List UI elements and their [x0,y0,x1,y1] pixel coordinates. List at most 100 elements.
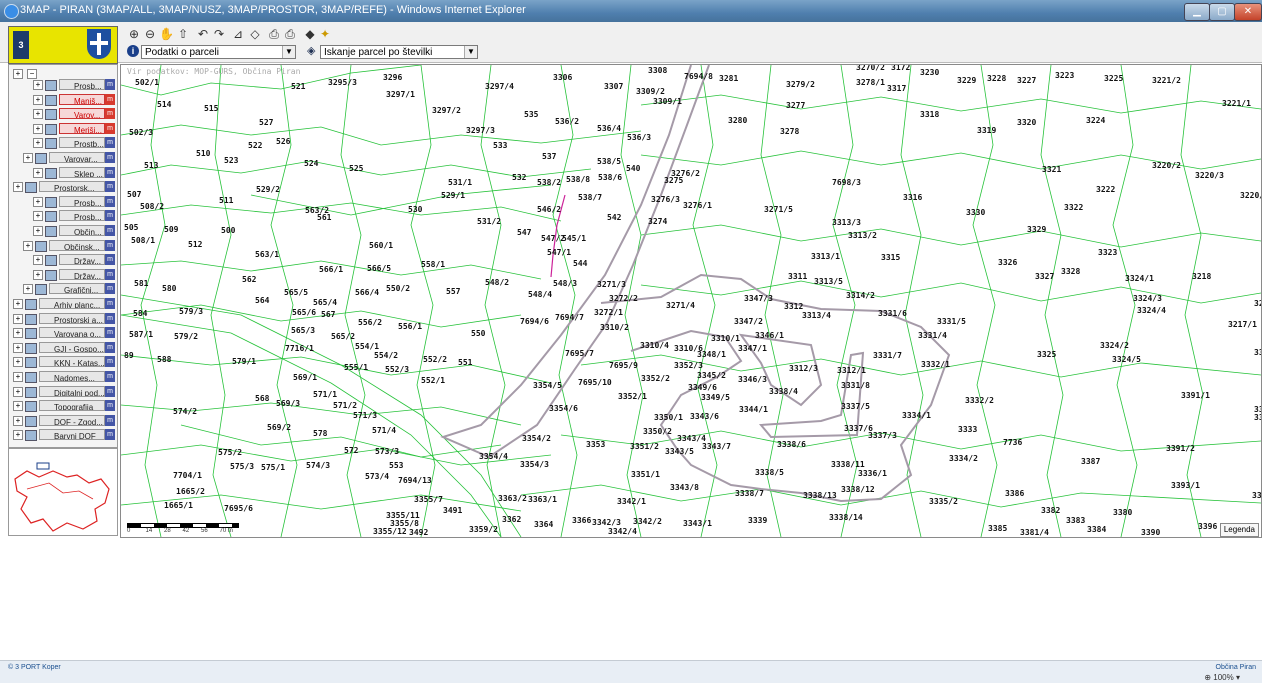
parcel-number-label[interactable]: 3319 [977,126,996,135]
parcel-number-label[interactable]: 3309/2 [636,87,665,96]
parcel-number-label[interactable]: 588 [157,355,171,364]
parcel-number-label[interactable]: 3359/2 [469,525,498,534]
layer-label[interactable]: Grafični... [49,283,105,295]
parcel-number-label[interactable]: 510 [196,149,210,158]
parcel-number-label[interactable]: 3347/2 [734,317,763,326]
layer-menu-icon[interactable]: m [105,385,115,397]
parcel-number-label[interactable]: 3315 [881,253,900,262]
parcel-number-label[interactable]: 511 [219,196,233,205]
layer-label[interactable]: Topografija [39,400,105,412]
parcel-number-label[interactable]: 515 [204,104,218,113]
parcel-number-label[interactable]: 579/1 [232,357,256,366]
layer-menu-icon[interactable]: m [105,225,115,236]
parcel-number-label[interactable]: 536/3 [627,133,651,142]
layer-row[interactable]: + Občinsk... m [9,239,117,252]
parcel-number-label[interactable]: 7704/1 [173,471,202,480]
parcel-number-label[interactable]: 3295/3 [328,78,357,87]
parcel-number-label[interactable]: 3354/4 [479,452,508,461]
parcel-number-label[interactable]: 587/1 [129,330,153,339]
parcel-number-label[interactable]: 3386 [1005,489,1024,498]
print-preview-icon[interactable]: ⎙ [283,27,297,41]
parcel-number-label[interactable]: 538/6 [598,173,622,182]
layer-label[interactable]: Manjš... [59,93,105,105]
layer-label[interactable]: Prosb... [59,210,105,222]
parcel-number-label[interactable]: 3391 [1252,491,1261,500]
layer-menu-icon[interactable]: m [105,356,115,368]
expand-layer-icon[interactable]: + [23,240,33,251]
layer-row[interactable]: + DOF - Zgod... m [9,414,117,427]
parcel-number-label[interactable]: 3351/1 [631,470,660,479]
parcel-number-label[interactable]: 3343/1 [683,519,712,528]
expand-layer-icon[interactable]: + [33,167,43,178]
parcel-number-label[interactable]: 575/1 [261,463,285,472]
parcel-number-label[interactable]: 3343/5 [665,447,694,456]
parcel-number-label[interactable]: 3270/2 [856,65,885,72]
parcel-number-label[interactable]: 538/5 [597,157,621,166]
zoom-level[interactable]: ⊕ 100% ▾ [1204,673,1240,682]
parcel-number-label[interactable]: 3313/1 [811,252,840,261]
layer-menu-icon[interactable]: m [105,93,115,105]
parcel-number-label[interactable]: 553 [389,461,403,470]
parcel-number-label[interactable]: 546/2 [537,205,561,214]
layer-row[interactable]: + GJI - Gospo... m [9,341,117,354]
parcel-number-label[interactable]: 3218 [1192,272,1211,281]
expand-layer-icon[interactable]: + [13,182,23,193]
parcel-number-label[interactable]: 3343/6 [690,412,719,421]
layer-row[interactable]: + Nadomes... m [9,370,117,383]
parcel-number-label[interactable]: 3342/3 [592,518,621,527]
parcel-number-label[interactable]: 7695/7 [565,349,594,358]
legend-button[interactable]: Legenda [1219,523,1259,537]
parcel-number-label[interactable]: 3342/1 [617,497,646,506]
parcel-number-label[interactable]: 536/2 [555,117,579,126]
parcel-number-label[interactable]: 3336/1 [858,469,887,478]
parcel-number-label[interactable]: 3364 [534,520,553,529]
expand-layer-icon[interactable]: + [33,94,43,105]
parcel-number-label[interactable]: 3276/1 [683,201,712,210]
zoom-in-icon[interactable]: ⊕ [127,27,141,41]
layer-label[interactable]: DOF - Zgod... [39,414,105,426]
parcel-number-label[interactable]: 3331/8 [841,381,870,390]
layer-menu-icon[interactable]: m [105,327,115,339]
parcel-number-label[interactable]: 3271/5 [764,205,793,214]
parcel-number-label[interactable]: 3280 [728,116,747,125]
layer-menu-icon[interactable]: m [105,268,115,280]
parcel-number-label[interactable]: 3328 [1061,267,1080,276]
parcel-number-label[interactable]: 3310/4 [640,341,669,350]
parcel-number-label[interactable]: 3335/2 [929,497,958,506]
parcel-number-label[interactable]: 3346/1 [755,331,784,340]
parcel-number-label[interactable]: 554/2 [374,351,398,360]
parcel-number-label[interactable]: 561 [317,213,331,222]
parcel-number-label[interactable]: 3343/8 [670,483,699,492]
pan-hand-icon[interactable]: ✋ [159,27,174,41]
parcel-number-label[interactable]: 3338/14 [829,513,863,522]
parcel-number-label[interactable]: 3350/2 [643,427,672,436]
parcel-number-label[interactable]: 508/2 [140,202,164,211]
parcel-number-label[interactable]: 3307 [604,82,623,91]
parcel-number-label[interactable]: 3381/4 [1020,528,1049,537]
parcel-number-label[interactable]: 3229 [957,76,976,85]
parcel-number-label[interactable]: 564 [255,296,269,305]
parcel-number-label[interactable]: 3223 [1055,71,1074,80]
expand-layer-icon[interactable]: + [13,342,23,353]
parcel-number-label[interactable]: 573/3 [375,447,399,456]
layer-menu-icon[interactable]: m [105,79,115,90]
parcel-number-label[interactable]: 3334/1 [902,411,931,420]
layer-row[interactable]: + Topografija m [9,399,117,413]
parcel-number-label[interactable]: 3274 [648,217,667,226]
maximize-button[interactable]: ▢ [1209,3,1235,21]
expand-layer-icon[interactable]: + [33,255,43,266]
parcel-number-label[interactable]: 3297/4 [485,82,514,91]
layer-menu-icon[interactable]: m [105,195,115,207]
parcel-number-label[interactable]: 3333 [958,425,977,434]
parcel-number-label[interactable]: 531/1 [448,178,472,187]
parcel-number-label[interactable]: 572 [344,446,358,455]
parcel-number-label[interactable]: 565/3 [291,326,315,335]
parcel-number-label[interactable]: 3272/1 [594,308,623,317]
parcel-number-label[interactable]: 3281 [719,74,738,83]
layer-menu-icon[interactable]: m [105,166,115,178]
parcel-number-label[interactable]: 555/1 [344,363,368,372]
layer-menu-icon[interactable]: m [105,371,115,382]
parcel-number-label[interactable]: 3387 [1081,457,1100,466]
parcel-number-label[interactable]: 569/3 [276,399,300,408]
parcel-number-label[interactable]: 547/1 [547,248,571,257]
